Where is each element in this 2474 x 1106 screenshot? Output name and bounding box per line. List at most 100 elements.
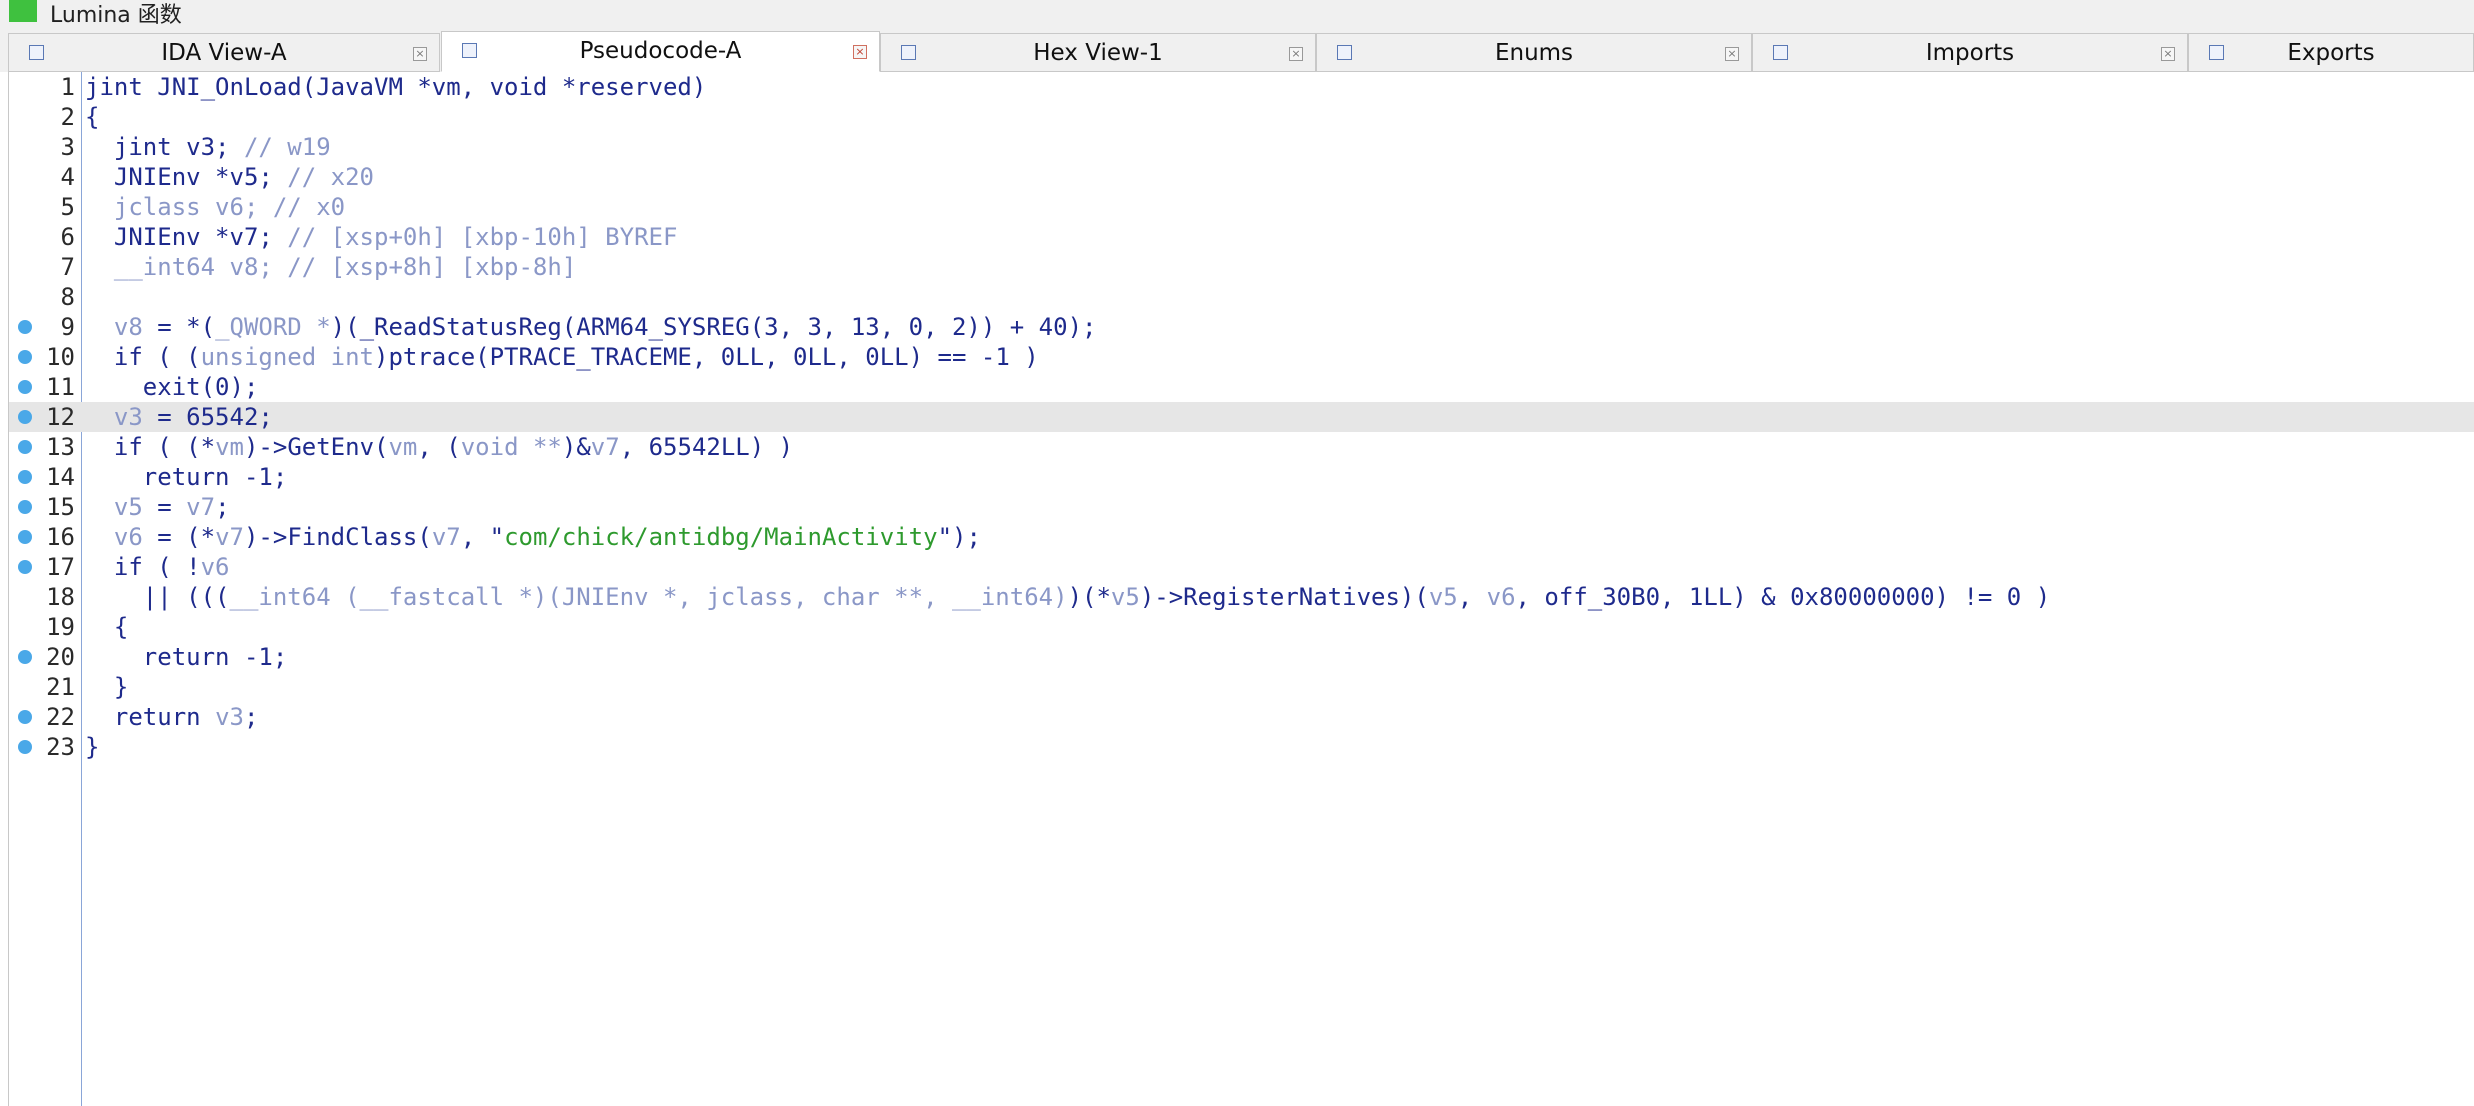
line-number: 21 (46, 673, 75, 701)
tab-label: Pseudocode-A (579, 38, 742, 64)
line-number: 8 (60, 283, 75, 311)
title-bar: Lumina 函数 (0, 0, 2474, 28)
code-text: return v3; (113, 703, 259, 731)
tab-imports[interactable]: Imports × (1752, 33, 2188, 72)
code-text: JNIEnv *v7; // [xsp+0h] [xbp-10h] BYREF (113, 223, 678, 251)
code-line[interactable]: 14 return -1; (9, 462, 2474, 492)
breakpoint-dot-icon[interactable] (18, 410, 32, 424)
lumina-app-icon (9, 0, 37, 22)
code-text: || (((__int64 (__fastcall *)(JNIEnv *, j… (142, 583, 2051, 611)
pseudocode-editor[interactable]: 1 jint JNI_OnLoad(JavaVM *vm, void *reser… (8, 72, 2474, 1106)
code-text: v3 = 65542; (113, 403, 273, 431)
code-line[interactable]: 18 || (((__int64 (__fastcall *)(JNIEnv *… (9, 582, 2474, 612)
code-text: JNIEnv *v5; // x20 (113, 163, 374, 191)
line-number: 22 (46, 703, 75, 731)
breakpoint-dot-icon[interactable] (18, 320, 32, 334)
tab-label: IDA View-A (161, 40, 287, 66)
tab-label: Exports (2287, 40, 2375, 66)
code-line[interactable]: 11 exit(0); (9, 372, 2474, 402)
code-line[interactable]: 4 JNIEnv *v5; // x20 (9, 162, 2474, 192)
line-number: 23 (46, 733, 75, 761)
code-line[interactable]: 10 if ( (unsigned int)ptrace(PTRACE_TRAC… (9, 342, 2474, 372)
code-text: v6 = (*v7)->FindClass(v7, "com/chick/ant… (113, 523, 981, 551)
code-text: jint JNI_OnLoad(JavaVM *vm, void *reserv… (85, 73, 707, 101)
breakpoint-dot-icon[interactable] (18, 470, 32, 484)
line-number: 17 (46, 553, 75, 581)
close-icon[interactable]: × (1289, 47, 1303, 61)
code-line[interactable]: 9 v8 = *(_QWORD *)(_ReadStatusReg(ARM64_… (9, 312, 2474, 342)
code-line[interactable]: 22 return v3; (9, 702, 2474, 732)
breakpoint-dot-icon[interactable] (18, 350, 32, 364)
tab-bar: IDA View-A × Pseudocode-A × Hex View-1 × Enums… (0, 28, 2474, 72)
code-line[interactable]: 15 v5 = v7; (9, 492, 2474, 522)
code-text: exit(0); (142, 373, 259, 401)
code-text: } (113, 673, 129, 701)
line-number: 12 (46, 403, 75, 431)
code-text: if ( !v6 (113, 553, 230, 581)
code-line[interactable]: 21 } (9, 672, 2474, 702)
code-line[interactable]: 2{ (9, 102, 2474, 132)
code-text: if ( (unsigned int)ptrace(PTRACE_TRACEME… (113, 343, 1039, 371)
window-title: Lumina 函数 (50, 3, 182, 28)
tab-label: Hex View-1 (1033, 40, 1163, 66)
code-text: { (85, 103, 100, 131)
breakpoint-dot-icon[interactable] (18, 650, 32, 664)
line-number: 4 (60, 163, 75, 191)
close-icon[interactable]: × (413, 47, 427, 61)
line-number: 16 (46, 523, 75, 551)
code-line[interactable]: 7 __int64 v8; // [xsp+8h] [xbp-8h] (9, 252, 2474, 282)
line-number: 3 (60, 133, 75, 161)
code-text: } (85, 733, 100, 761)
line-number: 2 (60, 103, 75, 131)
code-line[interactable]: 23} (9, 732, 2474, 762)
code-text: if ( (*vm)->GetEnv(vm, (void **)&v7, 655… (113, 433, 794, 461)
code-text: v5 = v7; (113, 493, 230, 521)
line-number: 11 (46, 373, 75, 401)
code-line[interactable]: 8 (9, 282, 2474, 312)
line-number: 15 (46, 493, 75, 521)
line-number: 20 (46, 643, 75, 671)
code-line[interactable]: 20 return -1; (9, 642, 2474, 672)
breakpoint-dot-icon[interactable] (18, 440, 32, 454)
code-line[interactable]: 5 jclass v6; // x0 (9, 192, 2474, 222)
line-number: 6 (60, 223, 75, 251)
tab-label: Imports (1925, 40, 2015, 66)
tab-label: Enums (1494, 40, 1574, 66)
code-text: return -1; (142, 643, 288, 671)
line-number: 7 (60, 253, 75, 281)
breakpoint-dot-icon[interactable] (18, 710, 32, 724)
code-line[interactable]: 3 jint v3; // w19 (9, 132, 2474, 162)
code-line[interactable]: 1 jint JNI_OnLoad(JavaVM *vm, void *reser… (9, 72, 2474, 102)
tab-hex-view-1[interactable]: Hex View-1 × (880, 33, 1316, 72)
tab-ida-view-a[interactable]: IDA View-A × (8, 33, 440, 72)
line-number: 1 (60, 73, 75, 101)
breakpoint-dot-icon[interactable] (18, 530, 32, 544)
breakpoint-dot-icon[interactable] (18, 740, 32, 754)
line-number: 5 (60, 193, 75, 221)
code-text: return -1; (142, 463, 288, 491)
line-number: 18 (46, 583, 75, 611)
code-line[interactable]: 6 JNIEnv *v7; // [xsp+0h] [xbp-10h] BYRE… (9, 222, 2474, 252)
close-icon[interactable]: × (1725, 47, 1739, 61)
code-line[interactable]: 19 { (9, 612, 2474, 642)
close-icon[interactable]: × (2161, 47, 2175, 61)
code-text: jclass v6; // x0 (113, 193, 346, 221)
line-number: 9 (60, 313, 75, 341)
breakpoint-dot-icon[interactable] (18, 500, 32, 514)
breakpoint-dot-icon[interactable] (18, 560, 32, 574)
tab-pseudocode-a[interactable]: Pseudocode-A × (441, 31, 880, 72)
breakpoint-dot-icon[interactable] (18, 380, 32, 394)
code-text: __int64 v8; // [xsp+8h] [xbp-8h] (113, 253, 577, 281)
tab-enums[interactable]: Enums × (1316, 33, 1752, 72)
tab-exports[interactable]: Exports (2188, 33, 2474, 72)
line-number: 13 (46, 433, 75, 461)
code-line[interactable]: 16 v6 = (*v7)->FindClass(v7, "com/chick/… (9, 522, 2474, 552)
code-line[interactable]: 13 if ( (*vm)->GetEnv(vm, (void **)&v7, … (9, 432, 2474, 462)
code-text: { (113, 613, 129, 641)
code-text: v8 = *(_QWORD *)(_ReadStatusReg(ARM64_SY… (113, 313, 1097, 341)
code-line[interactable]: 12 v3 = 65542; (9, 402, 2474, 432)
line-number: 14 (46, 463, 75, 491)
line-number: 10 (46, 343, 75, 371)
code-line[interactable]: 17 if ( !v6 (9, 552, 2474, 582)
close-icon[interactable]: × (853, 45, 867, 59)
